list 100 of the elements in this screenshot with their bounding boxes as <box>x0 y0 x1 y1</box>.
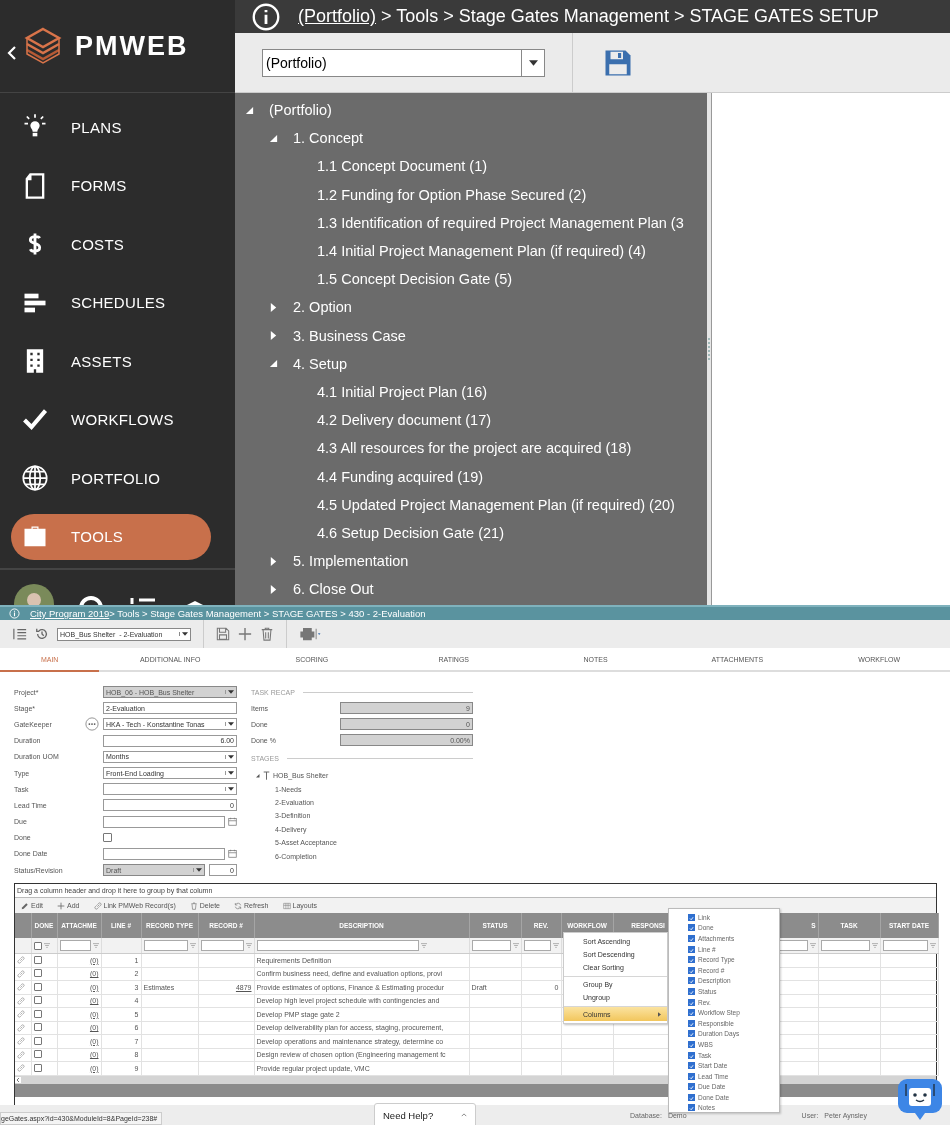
link-icon <box>93 901 102 910</box>
tree-item[interactable]: (Portfolio) <box>269 102 332 119</box>
checkbox[interactable] <box>103 833 112 843</box>
info-icon[interactable] <box>252 2 280 31</box>
more-options-icon[interactable] <box>85 717 99 732</box>
checkbox[interactable] <box>688 913 695 921</box>
filter-field[interactable] <box>200 940 244 951</box>
checkbox[interactable] <box>688 987 695 995</box>
date-field[interactable] <box>103 815 225 828</box>
filter-field[interactable] <box>820 940 870 951</box>
filter-field[interactable] <box>471 940 511 951</box>
tree-item[interactable]: 4.3 All resources for the project are acquired (18) <box>317 440 632 457</box>
collapsed-triangle-icon[interactable] <box>269 584 278 594</box>
breadcrumb-link[interactable]: (Portfolio) <box>298 6 377 26</box>
checkbox[interactable] <box>688 935 695 942</box>
filter-field[interactable] <box>256 940 419 951</box>
caret-icon <box>225 754 236 759</box>
tree-item[interactable]: 1.2 Funding for Option Phase Secured (2) <box>317 186 587 203</box>
tree-item[interactable]: 4.1 Initial Project Plan (16) <box>317 383 488 400</box>
checkbox[interactable] <box>688 1009 695 1017</box>
nav-item[interactable]: ASSETS <box>11 338 211 384</box>
checkbox[interactable] <box>688 956 695 964</box>
tree-item[interactable]: 4.6 Setup Decision Gate (21) <box>317 524 504 541</box>
checkbox[interactable] <box>33 996 42 1005</box>
tree-item[interactable]: 4.2 Delivery document (17) <box>317 412 492 429</box>
checkbox[interactable] <box>33 1036 42 1045</box>
nav-item[interactable]: FORMS <box>11 162 211 209</box>
save-icon[interactable] <box>216 627 230 641</box>
expanded-triangle-icon[interactable] <box>255 773 260 779</box>
checkbox[interactable] <box>688 977 695 985</box>
caret-icon <box>528 59 538 66</box>
splitter-handle-icon[interactable] <box>707 337 711 361</box>
caret-icon <box>193 868 204 873</box>
tree-item[interactable]: 1.4 Initial Project Management Plan (if required) (4) <box>317 243 646 260</box>
checkbox[interactable] <box>688 924 695 932</box>
checkbox[interactable] <box>33 941 42 950</box>
nav-item[interactable]: WORKFLOWS <box>11 396 211 443</box>
logo-text: PMWEB <box>75 30 189 62</box>
scroll-left-icon[interactable] <box>15 1076 21 1083</box>
nav-item[interactable]: SCHEDULES <box>11 279 211 326</box>
checkbox[interactable] <box>688 1104 695 1112</box>
checkbox[interactable] <box>688 1051 695 1059</box>
checkbox[interactable] <box>33 1063 42 1072</box>
nav-item[interactable]: TOOLS <box>11 513 211 560</box>
checkbox[interactable] <box>688 1040 695 1048</box>
calendar-icon[interactable] <box>228 849 237 859</box>
nav-item[interactable]: PLANS <box>11 104 211 150</box>
nav-item[interactable]: PORTFOLIO <box>11 455 211 501</box>
breadcrumb: > Tools > Stage Gates Management > STAGE GATES SETUP <box>380 6 879 26</box>
breadcrumb-link[interactable]: City Program 2019 <box>30 608 110 619</box>
filter-field[interactable] <box>523 940 551 951</box>
checkbox[interactable] <box>688 998 695 1006</box>
tree-item[interactable]: 6. Close Out <box>293 581 374 598</box>
caret-icon <box>225 787 236 792</box>
checkbox[interactable] <box>688 1062 695 1070</box>
history-icon[interactable] <box>35 627 49 641</box>
tree-item[interactable]: 4. Setup <box>293 355 347 372</box>
tree-item[interactable]: 4.5 Updated Project Management Plan (if required) (20) <box>317 496 675 513</box>
tree-item[interactable]: 5. Implementation <box>293 553 409 570</box>
back-chevron-icon[interactable] <box>7 45 17 61</box>
expanded-triangle-icon[interactable] <box>245 105 254 115</box>
checkbox[interactable] <box>688 1072 695 1080</box>
calendar-icon[interactable] <box>228 817 237 827</box>
plus-icon <box>57 901 66 910</box>
portfolio-dropdown[interactable]: (Portfolio) <box>262 48 545 77</box>
checkbox[interactable] <box>33 1050 42 1059</box>
checkbox[interactable] <box>688 1083 695 1091</box>
collapsed-triangle-icon[interactable] <box>269 556 278 566</box>
checkbox[interactable] <box>33 969 42 978</box>
tree-item[interactable]: 1.5 Concept Decision Gate (5) <box>317 271 513 288</box>
filter-field[interactable] <box>882 940 928 951</box>
collapsed-triangle-icon[interactable] <box>269 331 278 341</box>
expanded-triangle-icon[interactable] <box>269 133 278 143</box>
filter-field[interactable] <box>143 940 188 951</box>
dropdown-field[interactable] <box>103 783 237 796</box>
nav-item[interactable]: COSTS <box>11 221 211 267</box>
tree-item[interactable]: 4.4 Funding acquired (19) <box>317 468 484 485</box>
collapsed-triangle-icon[interactable] <box>269 302 278 312</box>
checkbox[interactable] <box>688 966 695 974</box>
expanded-triangle-icon[interactable] <box>269 359 278 369</box>
filter-field[interactable] <box>59 940 91 951</box>
date-field[interactable] <box>103 847 225 860</box>
checkbox[interactable] <box>688 1093 695 1101</box>
tree-item[interactable]: 3. Business Case <box>293 327 406 344</box>
checkbox[interactable] <box>688 945 695 953</box>
trash-icon[interactable] <box>260 627 274 641</box>
tree-item[interactable]: 2. Option <box>293 299 352 316</box>
checkbox[interactable] <box>33 955 42 964</box>
plus-icon[interactable] <box>238 627 252 641</box>
help-tab[interactable]: Need Help? <box>374 1103 476 1125</box>
checkbox[interactable] <box>33 982 42 991</box>
tree-item[interactable]: 1. Concept <box>293 130 364 147</box>
tree-item[interactable]: 1.3 Identification of required Project Management Plan (3 <box>317 214 684 231</box>
checkbox[interactable] <box>33 1023 42 1032</box>
checkbox[interactable] <box>688 1019 695 1027</box>
tree-item[interactable]: 1.1 Concept Document (1) <box>317 158 488 175</box>
checkbox[interactable] <box>33 1009 42 1018</box>
checkbox[interactable] <box>688 1030 695 1038</box>
printer-icon[interactable] <box>299 627 321 641</box>
list-icon[interactable] <box>13 627 27 641</box>
